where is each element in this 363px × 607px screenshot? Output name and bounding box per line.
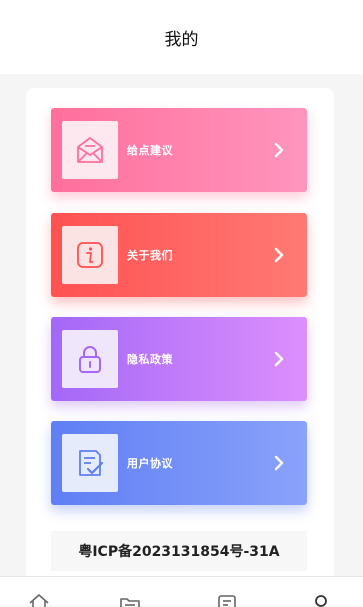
menu-item-suggestions[interactable]: 给点建议: [51, 108, 307, 192]
document-check-icon: [62, 434, 118, 492]
menu-item-about-us[interactable]: 关于我们: [51, 213, 307, 297]
user-icon[interactable]: [310, 593, 332, 607]
menu-item-label: 关于我们: [127, 249, 173, 262]
list-icon[interactable]: [216, 593, 238, 607]
category-icon[interactable]: [119, 593, 141, 607]
bottom-tab-bar: [0, 576, 363, 607]
menu-item-privacy-policy[interactable]: 隐私政策: [51, 317, 307, 401]
mail-icon: [62, 121, 118, 179]
chevron-right-icon: [274, 351, 284, 367]
home-icon[interactable]: [28, 593, 50, 607]
menu-item-label: 隐私政策: [127, 353, 173, 366]
menu-item-label: 给点建议: [127, 144, 173, 157]
chevron-right-icon: [274, 247, 284, 263]
page-title: 我的: [164, 29, 199, 50]
lock-icon: [62, 330, 118, 388]
header: 我的: [0, 0, 363, 74]
chevron-right-icon: [274, 455, 284, 471]
info-icon: [62, 226, 118, 284]
icp-text: 粤ICP备2023131854号-31A: [78, 544, 280, 560]
menu-item-label: 用户协议: [127, 457, 173, 470]
menu-item-user-agreement[interactable]: 用户协议: [51, 421, 307, 505]
icp-record: 粤ICP备2023131854号-31A: [51, 531, 307, 571]
chevron-right-icon: [274, 142, 284, 158]
